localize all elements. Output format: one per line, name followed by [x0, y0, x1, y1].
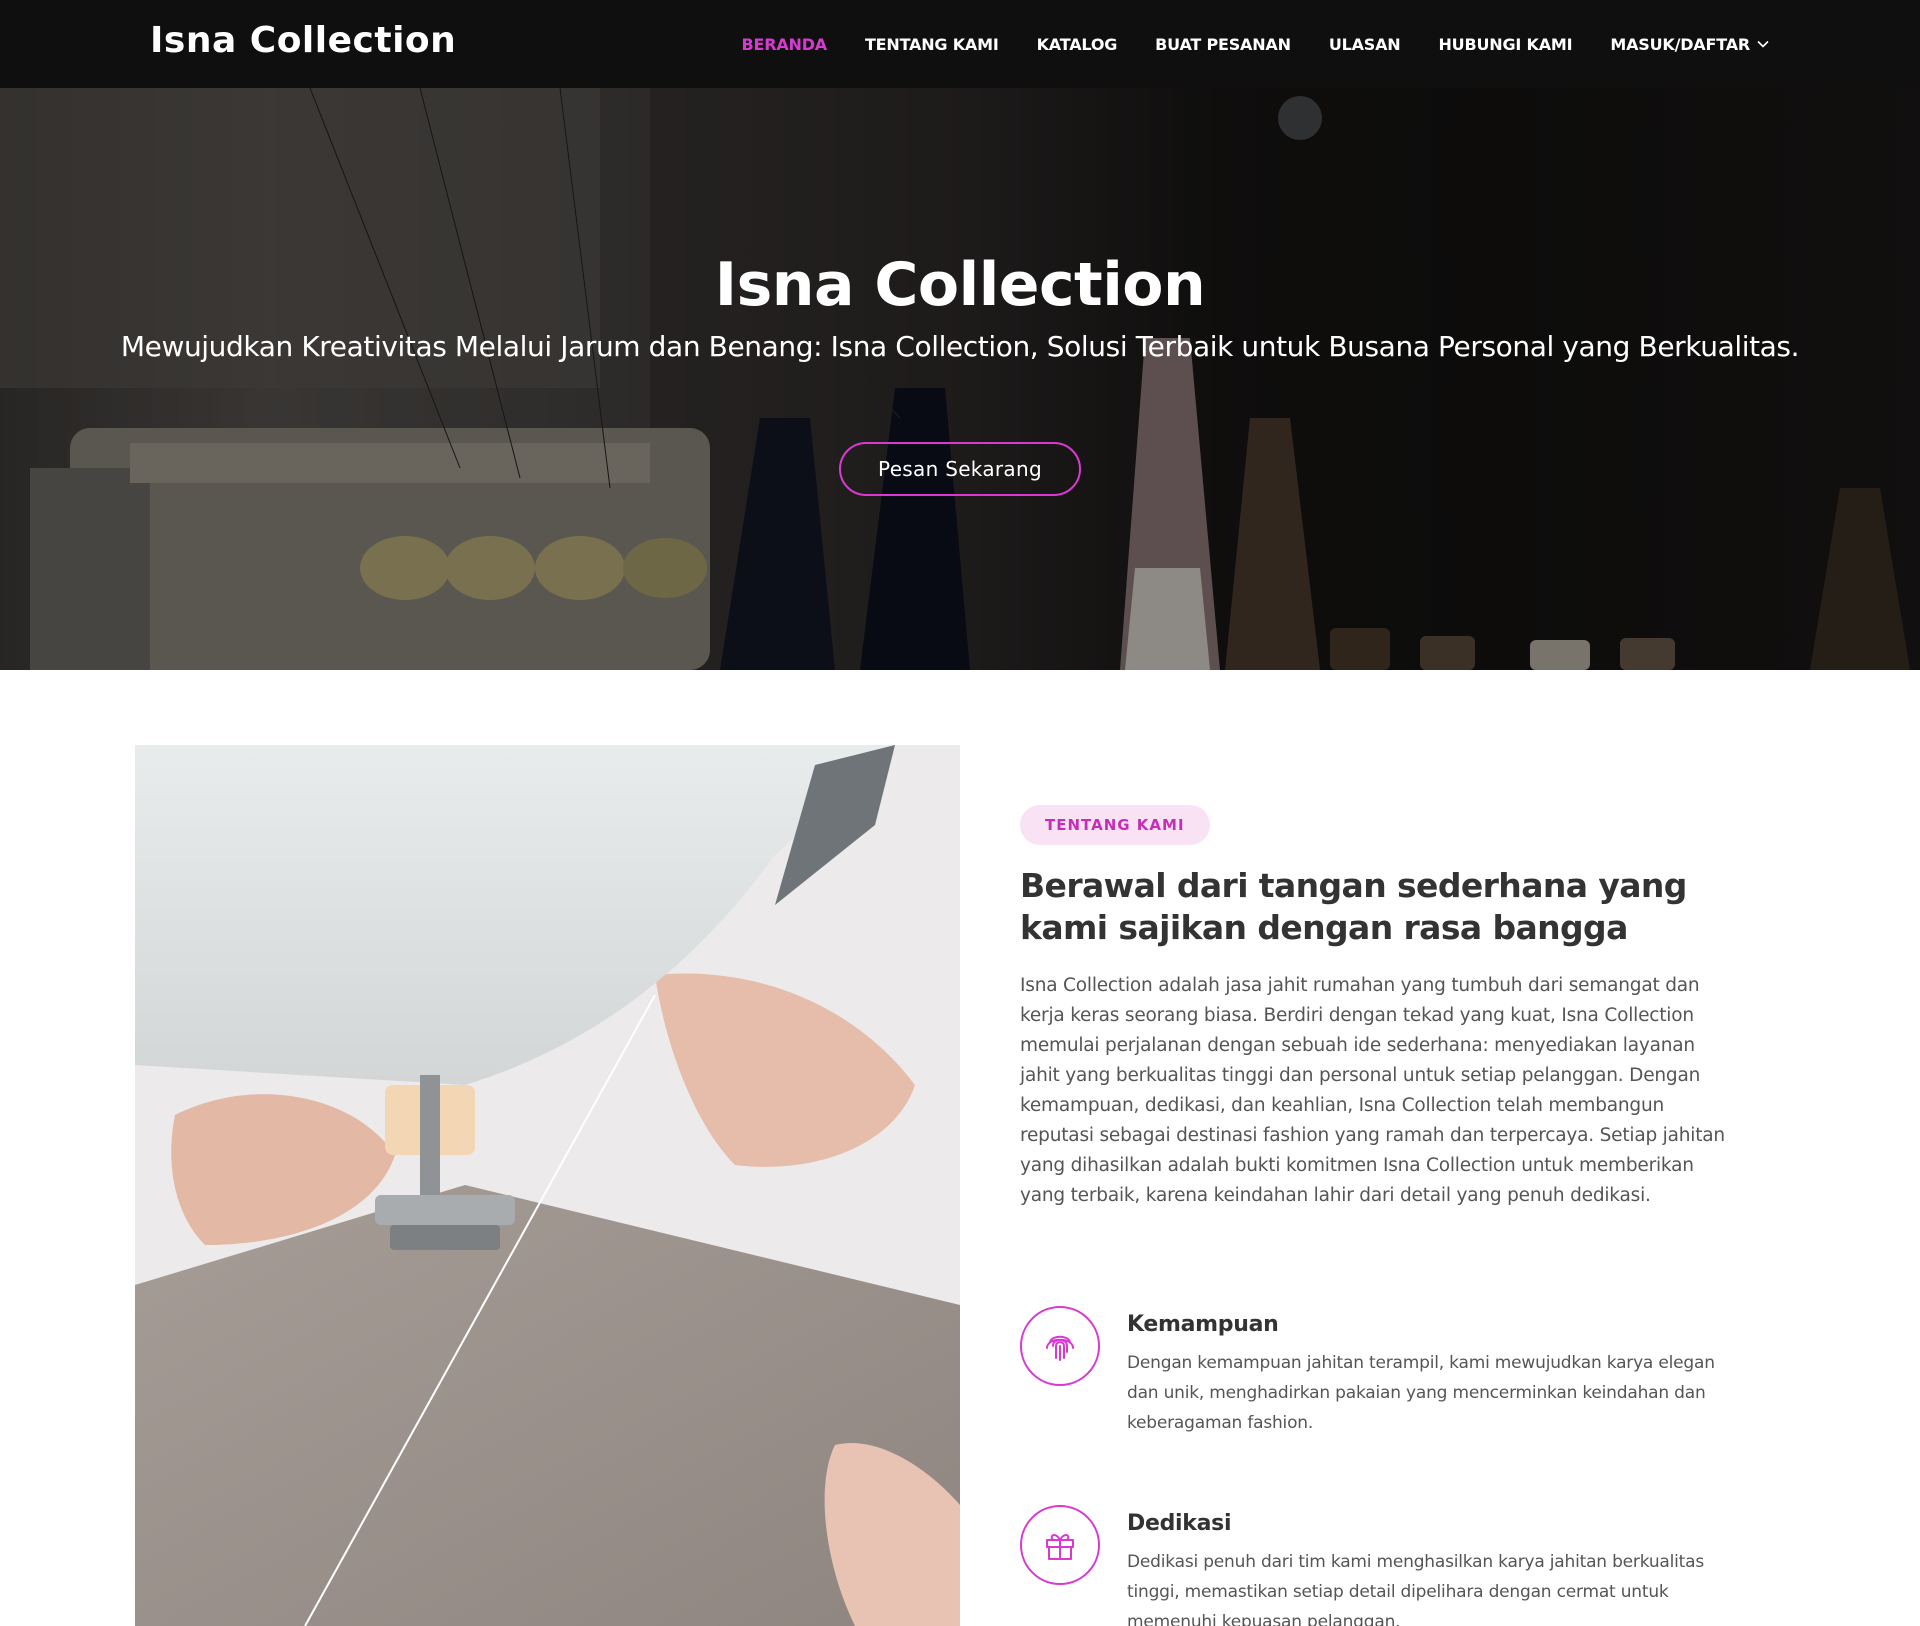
hero-overlay [0, 88, 1920, 670]
chevron-down-icon [1757, 40, 1769, 48]
about-badge: TENTANG KAMI [1020, 805, 1210, 845]
gift-icon [1046, 1533, 1074, 1560]
nav-item-masuk-daftar[interactable]: MASUK/DAFTAR [1610, 35, 1770, 54]
site-logo[interactable]: Isna Collection [150, 20, 456, 61]
about-section: TENTANG KAMI Berawal dari tangan sederha… [1020, 805, 1730, 1211]
about-description: Isna Collection adalah jasa jahit rumaha… [1020, 975, 1725, 1206]
about-title: Berawal dari tangan sederhana yang kami … [1020, 866, 1687, 947]
nav-item-katalog[interactable]: KATALOG [1037, 35, 1118, 54]
nav-item-buat-pesanan[interactable]: BUAT PESANAN [1155, 35, 1291, 54]
nav-item-masuk-daftar-label: MASUK/DAFTAR [1610, 34, 1750, 54]
nav-item-beranda[interactable]: BERANDA [741, 35, 827, 54]
site-header: Isna Collection BERANDA TENTANG KAMI KAT… [0, 0, 1920, 88]
fingerprint-icon [1046, 1335, 1074, 1361]
feature-icon-circle [1020, 1505, 1100, 1585]
main-nav: BERANDA TENTANG KAMI KATALOG BUAT PESANA… [741, 0, 1770, 88]
sewing-machine-photo [135, 745, 960, 1626]
nav-item-ulasan[interactable]: ULASAN [1329, 35, 1401, 54]
nav-item-tentang-kami[interactable]: TENTANG KAMI [865, 35, 999, 54]
nav-item-hubungi-kami[interactable]: HUBUNGI KAMI [1438, 35, 1572, 54]
feature-description: Dedikasi penuh dari tim kami menghasilka… [1127, 1552, 1705, 1626]
feature-icon-circle [1020, 1306, 1100, 1386]
hero-section: Isna Collection Mewujudkan Kreativitas M… [0, 88, 1920, 670]
hero-title: Isna Collection [714, 250, 1206, 320]
feature-description: Dengan kemampuan jahitan terampil, kami … [1127, 1353, 1715, 1433]
pesan-sekarang-button[interactable]: Pesan Sekarang [839, 442, 1081, 496]
feature-title: Kemampuan [1127, 1312, 1279, 1337]
hero-subtitle: Mewujudkan Kreativitas Melalui Jarum dan… [120, 330, 1800, 363]
feature-title: Dedikasi [1127, 1511, 1232, 1536]
